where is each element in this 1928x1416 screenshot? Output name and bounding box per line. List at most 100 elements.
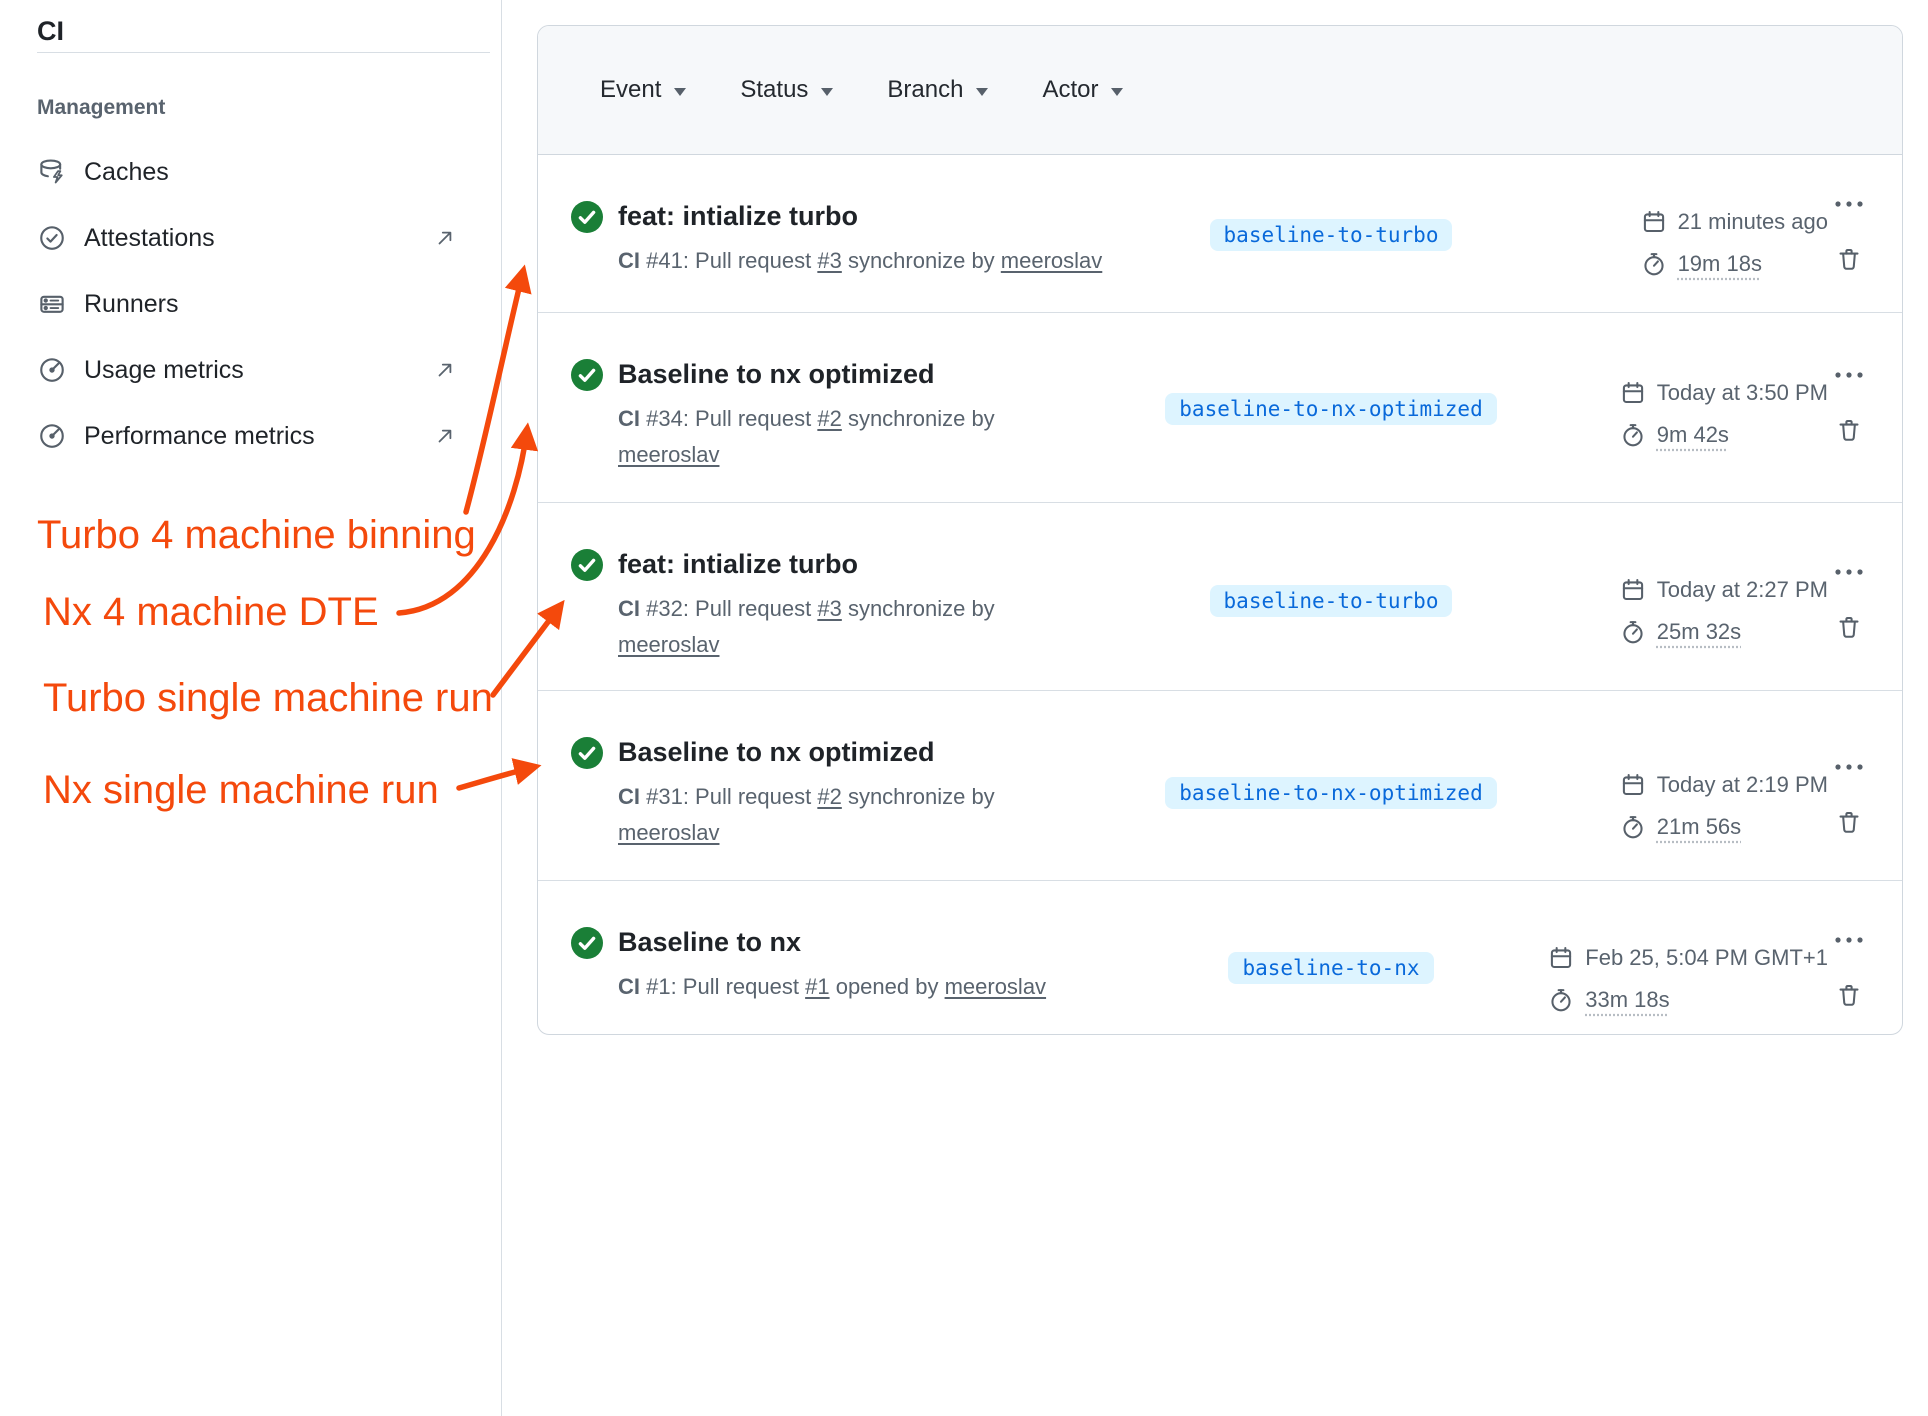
sidebar-item-runners[interactable]: Runners: [25, 271, 487, 337]
sidebar-nav: Caches Attestations Runners Usage metric…: [25, 139, 487, 469]
run-date: Feb 25, 5:04 PM GMT+1: [1585, 945, 1828, 971]
filter-label: Event: [600, 76, 661, 104]
run-options-button[interactable]: [1830, 367, 1868, 383]
author-link[interactable]: meeroslav: [945, 974, 1046, 999]
stopwatch-icon: [1620, 422, 1646, 448]
run-title-link[interactable]: Baseline to nx optimized: [618, 735, 995, 769]
sidebar-workflow-title[interactable]: CI: [37, 16, 64, 47]
run-title-link[interactable]: feat: intialize turbo: [618, 547, 995, 581]
run-duration: 9m 42s: [1657, 422, 1729, 448]
workflow-runs-page: CI Management Caches Attestations Runner…: [0, 0, 1928, 1416]
run-meta: Today at 2:19 PM 21m 56s: [1620, 765, 1828, 847]
filter-branch[interactable]: Branch: [887, 76, 988, 104]
workflow-run-row: Baseline to nx optimized CI #34: Pull re…: [538, 313, 1902, 503]
workflow-name: CI: [618, 248, 640, 273]
external-link-icon: [433, 226, 457, 250]
author-link[interactable]: meeroslav: [618, 632, 719, 657]
workflow-run-row: feat: intialize turbo CI #32: Pull reque…: [538, 503, 1902, 691]
pr-number-link[interactable]: #3: [817, 248, 841, 273]
sidebar-item-caches[interactable]: Caches: [25, 139, 487, 205]
workflow-run-row: Baseline to nx CI #1: Pull request #1 op…: [538, 881, 1902, 1036]
branch-badge[interactable]: baseline-to-turbo: [1210, 219, 1453, 251]
sidebar-item-label: Attestations: [84, 224, 215, 253]
run-subtitle: CI #41: Pull request #3 synchronize by m…: [618, 243, 1102, 279]
run-duration: 19m 18s: [1678, 251, 1762, 277]
pr-number-link[interactable]: #3: [817, 596, 841, 621]
chevron-down-icon: [1111, 88, 1123, 96]
pr-number-link[interactable]: #2: [817, 406, 841, 431]
pr-number-link[interactable]: #1: [805, 974, 829, 999]
delete-run-button[interactable]: [1834, 612, 1864, 642]
run-options-button[interactable]: [1830, 564, 1868, 580]
run-title-link[interactable]: Baseline to nx optimized: [618, 357, 995, 391]
workflow-name: CI: [618, 974, 640, 999]
sidebar-item-label: Runners: [84, 290, 179, 319]
delete-run-button[interactable]: [1834, 244, 1864, 274]
branch-badge[interactable]: baseline-to-nx-optimized: [1165, 777, 1496, 809]
run-date: 21 minutes ago: [1678, 209, 1828, 235]
delete-run-button[interactable]: [1834, 980, 1864, 1010]
delete-run-button[interactable]: [1834, 415, 1864, 445]
sidebar-item-attestations[interactable]: Attestations: [25, 205, 487, 271]
sidebar-item-performance-metrics[interactable]: Performance metrics: [25, 403, 487, 469]
run-duration: 33m 18s: [1585, 987, 1669, 1013]
stopwatch-icon: [1620, 814, 1646, 840]
filter-bar: Event Status Branch Actor: [538, 26, 1902, 155]
chevron-down-icon: [976, 88, 988, 96]
run-options-button[interactable]: [1830, 759, 1868, 775]
annotation-nx-4-machine-dte: Nx 4 machine DTE: [43, 588, 379, 636]
calendar-icon: [1620, 380, 1646, 406]
subtitle-text: synchronize by: [842, 784, 995, 809]
branch-badge[interactable]: baseline-to-nx-optimized: [1165, 393, 1496, 425]
filter-event[interactable]: Event: [600, 76, 686, 104]
attestations-icon: [37, 223, 67, 253]
branch-badge[interactable]: baseline-to-nx: [1228, 952, 1433, 984]
author-link[interactable]: meeroslav: [1001, 248, 1102, 273]
success-check-icon: [571, 359, 603, 391]
success-check-icon: [571, 201, 603, 233]
sidebar-border: [501, 0, 502, 1416]
run-date: Today at 2:27 PM: [1657, 577, 1828, 603]
pr-number-link[interactable]: #2: [817, 784, 841, 809]
run-options-button[interactable]: [1830, 196, 1868, 212]
filter-label: Actor: [1042, 76, 1098, 104]
annotation-turbo-4-machine-binning: Turbo 4 machine binning: [37, 511, 476, 559]
delete-run-button[interactable]: [1834, 807, 1864, 837]
sidebar-section-management: Management: [37, 96, 165, 120]
workflow-name: CI: [618, 406, 640, 431]
filter-status[interactable]: Status: [740, 76, 833, 104]
subtitle-text: #1: Pull request: [640, 974, 805, 999]
subtitle-text: #31: Pull request: [640, 784, 817, 809]
stopwatch-icon: [1620, 619, 1646, 645]
author-link[interactable]: meeroslav: [618, 442, 719, 467]
workflow-name: CI: [618, 596, 640, 621]
branch-badge[interactable]: baseline-to-turbo: [1210, 585, 1453, 617]
calendar-icon: [1620, 577, 1646, 603]
run-meta: Feb 25, 5:04 PM GMT+1 33m 18s: [1548, 938, 1828, 1020]
run-title-link[interactable]: Baseline to nx: [618, 925, 1046, 959]
sidebar-item-usage-metrics[interactable]: Usage metrics: [25, 337, 487, 403]
calendar-icon: [1620, 772, 1646, 798]
sidebar-divider: [37, 52, 490, 53]
workflow-run-row: Baseline to nx optimized CI #31: Pull re…: [538, 691, 1902, 881]
run-subtitle: CI #1: Pull request #1 opened by meerosl…: [618, 969, 1046, 1005]
workflow-runs-list: feat: intialize turbo CI #41: Pull reque…: [538, 155, 1902, 1036]
run-duration: 21m 56s: [1657, 814, 1741, 840]
annotation-arrow-nx-single: [459, 767, 534, 788]
run-date: Today at 3:50 PM: [1657, 380, 1828, 406]
run-subtitle: CI #32: Pull request #3 synchronize by m…: [618, 591, 995, 663]
run-subtitle: CI #31: Pull request #2 synchronize by m…: [618, 779, 995, 851]
stopwatch-icon: [1641, 251, 1667, 277]
subtitle-text: #34: Pull request: [640, 406, 817, 431]
run-meta: Today at 3:50 PM 9m 42s: [1620, 373, 1828, 455]
run-options-button[interactable]: [1830, 932, 1868, 948]
cache-icon: [37, 157, 67, 187]
runners-icon: [37, 289, 67, 319]
filter-actor[interactable]: Actor: [1042, 76, 1123, 104]
author-link[interactable]: meeroslav: [618, 820, 719, 845]
calendar-icon: [1641, 209, 1667, 235]
usage-metrics-icon: [37, 355, 67, 385]
run-title-link[interactable]: feat: intialize turbo: [618, 199, 1102, 233]
filter-label: Branch: [887, 76, 963, 104]
filter-label: Status: [740, 76, 808, 104]
